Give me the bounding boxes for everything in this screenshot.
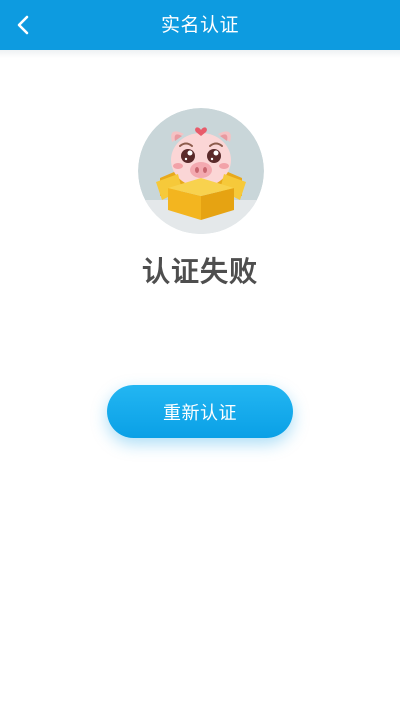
sad-pig-in-box-illustration: [138, 108, 264, 234]
page-title: 实名认证: [160, 14, 239, 36]
top-bar: 实名认证: [0, 0, 400, 50]
header-divider: [0, 50, 400, 58]
status-title: 认证失败: [141, 255, 258, 288]
retry-verification-button[interactable]: 重新认证: [107, 385, 293, 438]
